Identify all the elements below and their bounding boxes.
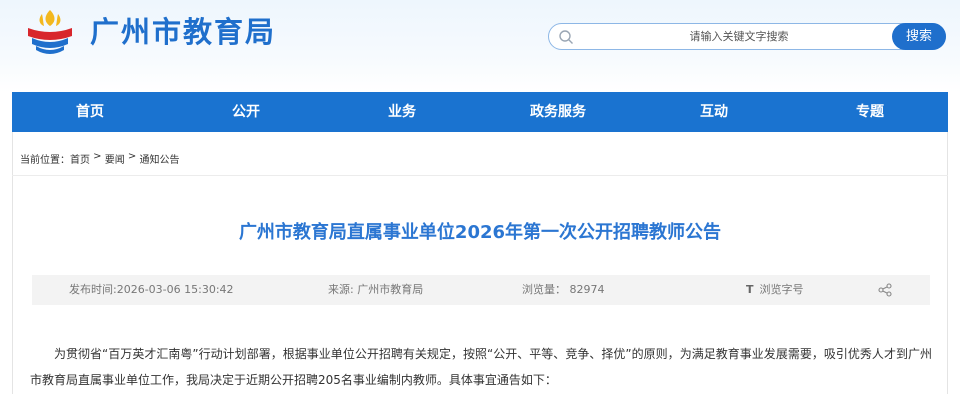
main-nav: 首页 公开 业务 政务服务 互动 专题 bbox=[12, 92, 948, 132]
view-count: 浏览量： 82974 bbox=[522, 283, 605, 296]
breadcrumb-item-news[interactable]: 要闻 bbox=[105, 151, 125, 166]
site-title[interactable]: 广州市教育局 bbox=[90, 14, 276, 50]
breadcrumb-item-home[interactable]: 首页 bbox=[70, 151, 90, 166]
breadcrumb-separator: > bbox=[90, 151, 105, 162]
breadcrumb-divider bbox=[12, 175, 948, 176]
nav-item-home[interactable]: 首页 bbox=[12, 92, 168, 132]
breadcrumb-prefix: 当前位置： bbox=[20, 155, 70, 166]
article-source: 来源: 广州市教育局 bbox=[328, 283, 424, 296]
site-header: 广州市教育局 搜索 bbox=[0, 0, 960, 92]
font-size-control[interactable]: T 浏览字号 bbox=[746, 275, 804, 305]
article-meta-bar: 发布时间:2026-03-06 15:30:42 来源: 广州市教育局 浏览量：… bbox=[32, 275, 930, 305]
breadcrumb-separator: > bbox=[124, 151, 140, 162]
search-box[interactable] bbox=[548, 23, 946, 50]
breadcrumb-item-notices[interactable]: 通知公告 bbox=[140, 151, 180, 166]
share-icon[interactable] bbox=[878, 283, 892, 297]
search-button[interactable]: 搜索 bbox=[892, 23, 946, 50]
article-body: 为贯彻省“百万英才汇南粤”行动计划部署，根据事业单位公开招聘有关规定，按照“公开… bbox=[30, 347, 932, 387]
font-size-label: 浏览字号 bbox=[759, 283, 804, 296]
breadcrumb: 当前位置： 首页 > 要闻 > 通知公告 bbox=[20, 151, 180, 166]
publish-time: 发布时间:2026-03-06 15:30:42 bbox=[69, 283, 234, 296]
logo-emblem[interactable] bbox=[22, 8, 78, 58]
article-title: 广州市教育局直属事业单位2026年第一次公开招聘教师公告 bbox=[238, 222, 722, 243]
nav-item-business[interactable]: 业务 bbox=[324, 92, 480, 132]
nav-item-gov-services[interactable]: 政务服务 bbox=[480, 92, 636, 132]
font-size-icon: T bbox=[746, 283, 754, 296]
nav-item-public[interactable]: 公开 bbox=[168, 92, 324, 132]
nav-item-interaction[interactable]: 互动 bbox=[636, 92, 792, 132]
search-input[interactable] bbox=[589, 26, 889, 47]
search-icon bbox=[559, 30, 573, 44]
nav-item-topics[interactable]: 专题 bbox=[792, 92, 948, 132]
